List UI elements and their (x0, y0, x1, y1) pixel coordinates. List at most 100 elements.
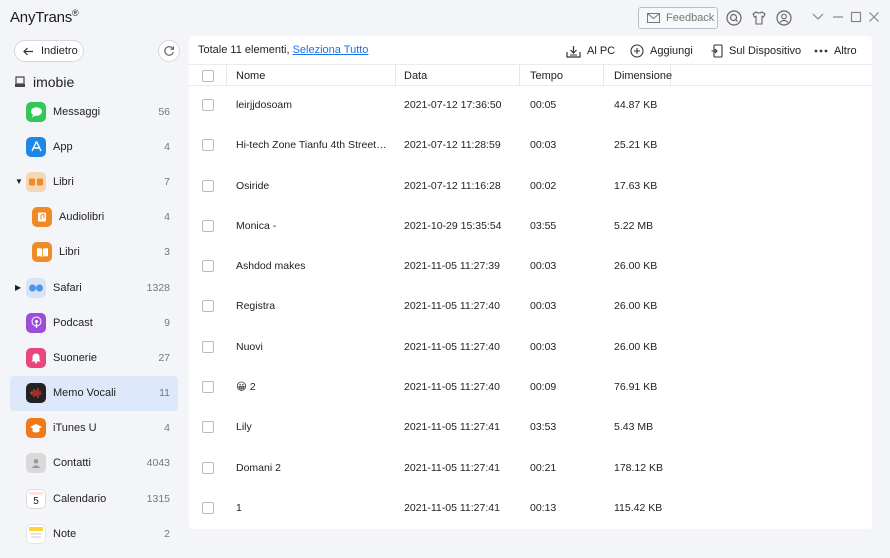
table-row[interactable]: Monica - 2021-10-29 15:35:54 03:55 5.22 … (189, 207, 872, 247)
sidebar-item-app[interactable]: App 4 (0, 129, 186, 164)
ringtones-icon (26, 347, 46, 368)
cell-date: 2021-07-12 11:16:28 (404, 179, 501, 192)
tshirt-icon[interactable] (750, 9, 768, 27)
row-checkbox[interactable] (202, 260, 214, 273)
sidebar-item-memo-vocali[interactable]: Memo Vocali 11 (10, 375, 178, 411)
sidebar-item-safari[interactable]: ▶ Safari 1328 (0, 270, 186, 305)
table-row[interactable]: Hi-tech Zone Tianfu 4th Street N... 2021… (189, 126, 872, 166)
cell-date: 2021-07-12 11:28:59 (404, 139, 501, 152)
cell-size: 26.00 KB (614, 340, 658, 353)
column-header-size[interactable]: Dimensione (604, 65, 672, 86)
sidebar-item-note[interactable]: Note 2 (0, 516, 186, 551)
cell-size: 44.87 KB (614, 99, 658, 111)
sidebar-item-count: 4 (164, 422, 170, 435)
cell-date: 2021-07-12 17:36:50 (404, 99, 502, 111)
column-header-name[interactable]: Nome (227, 65, 396, 86)
cell-date: 2021-11-05 11:27:39 (404, 260, 500, 273)
cell-name: Monica - (236, 219, 277, 232)
sidebar-item-label: Calendario (53, 492, 107, 505)
select-all-checkbox[interactable] (201, 69, 214, 82)
app-name: AnyTrans (10, 9, 73, 26)
device-header[interactable]: imobie (14, 72, 74, 92)
table-row[interactable]: leirjjdosoam 2021-07-12 17:36:50 00:05 4… (189, 86, 872, 126)
sidebar-item-contatti[interactable]: Contatti 4043 (0, 446, 186, 481)
cell-date: 2021-11-05 11:27:41 (404, 461, 500, 474)
search-icon[interactable] (725, 9, 743, 27)
caret-right-icon[interactable]: ▶ (15, 283, 21, 292)
notes-icon (26, 523, 46, 544)
row-checkbox[interactable] (202, 501, 214, 514)
sidebar-item-count: 1328 (146, 281, 170, 294)
to-pc-button[interactable]: Al PC (566, 43, 615, 59)
device-icon (15, 76, 25, 87)
account-icon[interactable] (775, 9, 793, 27)
cell-time: 00:02 (530, 179, 557, 192)
cell-date: 2021-11-05 11:27:41 (404, 501, 500, 514)
sidebar-item-itunes-u[interactable]: iTunes U 4 (0, 411, 186, 446)
row-checkbox[interactable] (202, 300, 214, 313)
sidebar-item-podcast[interactable]: Podcast 9 (0, 305, 186, 340)
column-label: Data (404, 69, 428, 82)
toolbar: Totale 11 elementi, Seleziona Tutto Al P… (189, 36, 872, 64)
sidebar-item-count: 4 (164, 211, 170, 224)
table-row[interactable]: Ashdod makes 2021-11-05 11:27:39 00:03 2… (189, 247, 872, 287)
select-all-link[interactable]: Seleziona Tutto (293, 44, 369, 56)
sidebar-item-count: 56 (158, 105, 170, 118)
table-row[interactable]: 😀 2 2021-11-05 11:27:40 00:09 76.91 KB (189, 368, 872, 408)
row-checkbox[interactable] (202, 340, 214, 353)
table-row[interactable]: 1 2021-11-05 11:27:41 00:13 115.42 KB (189, 489, 872, 529)
cell-time: 00:13 (530, 501, 557, 514)
safari-icon (26, 277, 46, 298)
row-checkbox[interactable] (202, 139, 214, 152)
sidebar-item-count: 9 (164, 316, 170, 329)
cell-name: Ashdod makes (236, 260, 306, 273)
maximize-icon[interactable] (848, 9, 864, 25)
close-icon[interactable] (866, 9, 882, 25)
back-label: Indietro (41, 45, 78, 57)
caret-down-icon[interactable]: ▼ (15, 177, 23, 186)
table-row[interactable]: Nuovi 2021-11-05 11:27:40 00:03 26.00 KB (189, 328, 872, 368)
row-checkbox[interactable] (202, 381, 214, 394)
cell-size: 178.12 KB (614, 461, 664, 474)
to-device-button[interactable]: Sul Dispositivo (711, 43, 801, 59)
add-button[interactable]: Aggiungi (630, 43, 693, 59)
sidebar-item-label: Note (53, 527, 77, 540)
cell-name: Lily (236, 421, 252, 434)
table-row[interactable]: Osiride 2021-07-12 11:16:28 00:02 17.63 … (189, 167, 872, 207)
row-checkbox[interactable] (202, 421, 214, 434)
cell-size: 26.00 KB (614, 260, 658, 273)
sidebar-item-audiolibri[interactable]: Audiolibri 4 (0, 200, 186, 235)
more-button[interactable]: Altro (814, 43, 857, 59)
sidebar-item-libri-group[interactable]: ▼ Libri 7 (0, 164, 186, 199)
sidebar-item-label: Messaggi (53, 105, 101, 118)
sidebar-item-libri[interactable]: Libri 3 (0, 235, 186, 270)
table-row[interactable]: Lily 2021-11-05 11:27:41 03:53 5.43 MB (189, 408, 872, 448)
feedback-button[interactable]: Feedback (638, 7, 718, 29)
row-checkbox[interactable] (202, 179, 214, 192)
sidebar-item-count: 4043 (146, 457, 170, 470)
title-bar: AnyTrans® Feedback (0, 0, 890, 34)
to-pc-label: Al PC (587, 45, 616, 57)
sidebar-item-suonerie[interactable]: Suonerie 27 (0, 340, 186, 375)
cell-time: 00:03 (530, 300, 557, 313)
cell-size: 5.43 MB (614, 421, 654, 434)
column-header-time[interactable]: Tempo (520, 65, 604, 86)
device-name: imobie (33, 74, 75, 90)
cell-date: 2021-10-29 15:35:54 (404, 219, 502, 232)
column-header-date[interactable]: Data (396, 65, 520, 86)
minimize-icon[interactable] (830, 9, 846, 25)
table-row[interactable]: Registra 2021-11-05 11:27:40 00:03 26.00… (189, 287, 872, 327)
chevron-down-icon[interactable] (810, 9, 826, 25)
sidebar-item-messaggi[interactable]: Messaggi 56 (0, 94, 186, 129)
back-button[interactable]: Indietro (14, 40, 84, 62)
refresh-icon (164, 46, 175, 56)
cell-size: 17.63 KB (614, 179, 658, 192)
row-checkbox[interactable] (202, 99, 214, 111)
table-row[interactable]: Domani 2 2021-11-05 11:27:41 00:21 178.1… (189, 449, 872, 489)
audiobooks-icon (32, 207, 52, 228)
refresh-button[interactable] (158, 40, 180, 62)
row-checkbox[interactable] (202, 461, 214, 474)
sidebar-item-calendario[interactable]: 5 Calendario 1315 (0, 481, 186, 516)
row-checkbox[interactable] (202, 219, 214, 232)
sidebar-item-label: Memo Vocali (53, 387, 116, 400)
